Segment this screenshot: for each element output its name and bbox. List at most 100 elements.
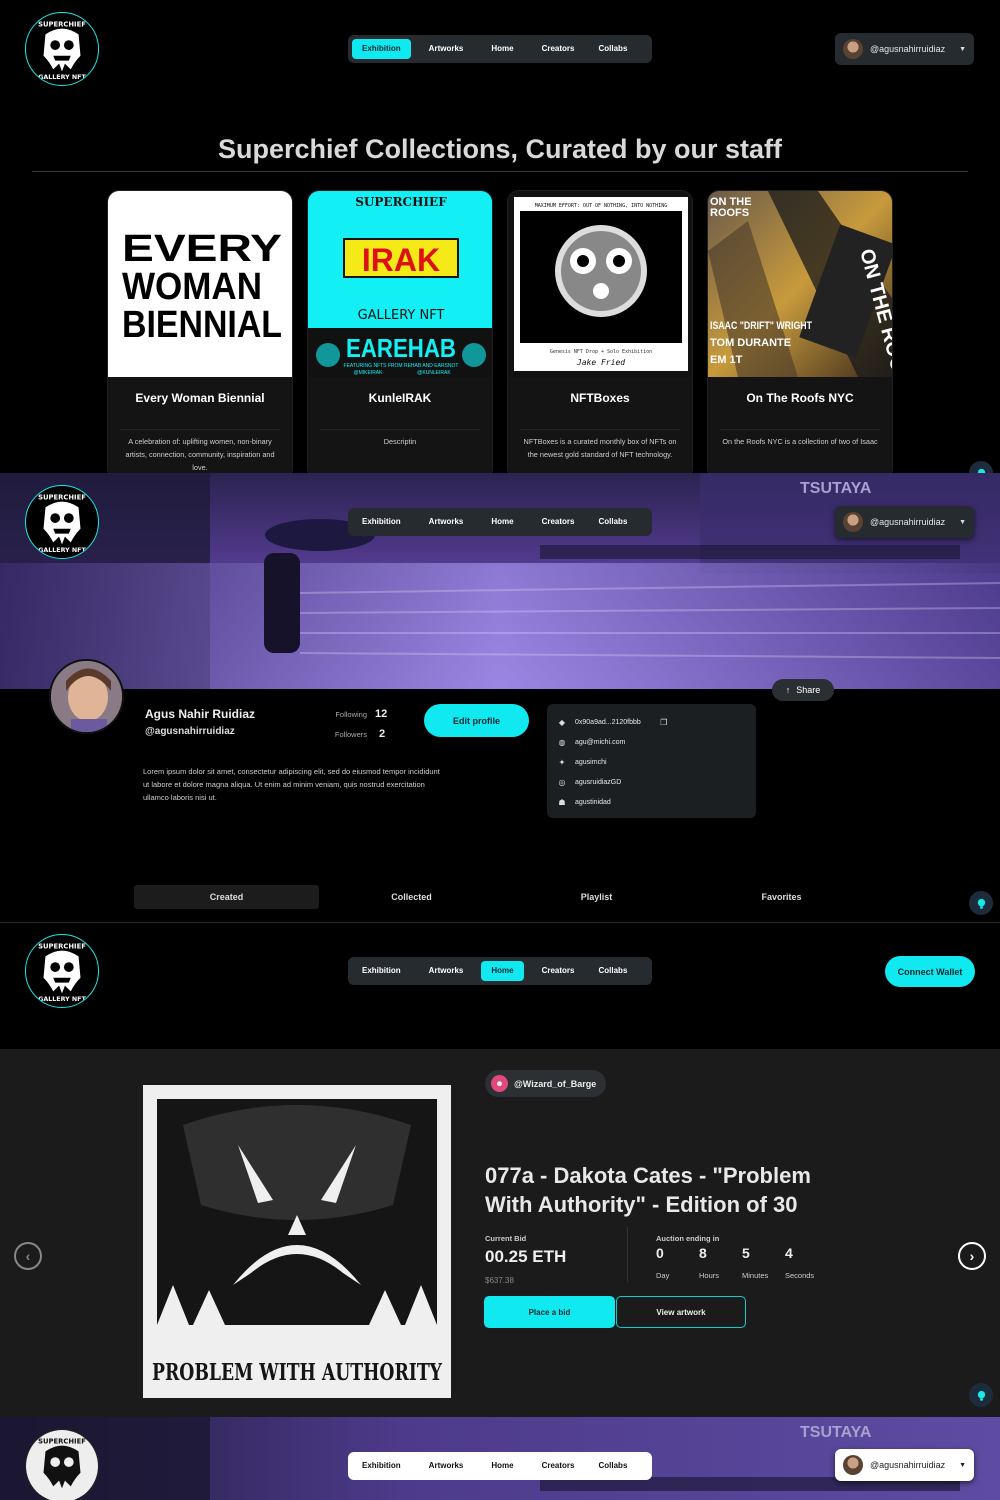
svg-text:SUPERCHIEF: SUPERCHIEF xyxy=(38,21,86,29)
collection-description: NFTBoxes is a curated monthly box of NFT… xyxy=(523,437,677,459)
user-handle: @agusnahirruidiaz xyxy=(870,517,946,527)
snapchat-icon: ☗ xyxy=(558,797,566,807)
nav-artworks[interactable]: Artworks xyxy=(419,961,474,981)
nav-exhibition[interactable]: Exhibition xyxy=(352,39,411,59)
tab-collected[interactable]: Collected xyxy=(319,885,504,909)
nav-home[interactable]: Home xyxy=(481,961,524,981)
nav-collabs[interactable]: Collabs xyxy=(589,39,638,59)
chevron-left-icon[interactable]: ‹ xyxy=(14,1242,42,1270)
divider xyxy=(720,429,880,430)
collection-thumbnail: ON THE ROOFS ISAAC "DRIFT" WRIGHT TOM DU… xyxy=(708,191,892,377)
divider xyxy=(520,429,680,430)
nav-home[interactable]: Home xyxy=(481,1456,523,1476)
svg-text:ROOFS: ROOFS xyxy=(710,207,749,219)
tab-playlist[interactable]: Playlist xyxy=(504,885,689,909)
countdown-seconds: 4 Seconds xyxy=(785,1245,814,1280)
collection-thumbnail: EVERY WOMAN BIENNIAL xyxy=(108,191,292,377)
collection-card[interactable]: MAXIMUM EFFORT: OUT OF NOTHING, INTO NOT… xyxy=(507,190,693,473)
nav-exhibition[interactable]: Exhibition xyxy=(352,1456,411,1476)
instagram-row[interactable]: ◎ agusruidiazGD xyxy=(557,772,746,792)
collections-screen: SUPERCHIEF GALLERY NFT Exhibition Artwor… xyxy=(0,0,1000,473)
creator-chip[interactable]: ☻ @Wizard_of_Barge xyxy=(485,1070,606,1097)
collection-title: On The Roofs NYC xyxy=(746,391,854,405)
nav-collabs[interactable]: Collabs xyxy=(589,961,638,981)
edit-profile-button[interactable]: Edit profile xyxy=(424,704,529,737)
chevron-right-icon[interactable]: › xyxy=(958,1242,986,1270)
collection-title: Every Woman Biennial xyxy=(135,391,265,405)
copy-icon[interactable]: ❐ xyxy=(659,718,669,727)
user-menu[interactable]: @agusnahirruidiaz ▼ xyxy=(835,33,974,65)
nav-collabs[interactable]: Collabs xyxy=(589,1456,638,1476)
countdown-unit: Hours xyxy=(699,1271,720,1280)
share-button[interactable]: ↑ Share xyxy=(772,679,834,701)
nav-artworks[interactable]: Artworks xyxy=(419,39,474,59)
collection-card[interactable]: EVERY WOMAN BIENNIAL Every Woman Biennia… xyxy=(107,190,293,473)
svg-text:FEATURING NFTS FROM REHAB AND: FEATURING NFTS FROM REHAB AND EARSNOT xyxy=(344,363,459,369)
nav-home[interactable]: Home xyxy=(481,39,523,59)
nav-collabs[interactable]: Collabs xyxy=(589,512,638,532)
caret-down-icon: ▼ xyxy=(959,1461,966,1469)
nav-artworks[interactable]: Artworks xyxy=(419,512,474,532)
superchief-logo[interactable]: SUPERCHIEF GALLERY NFT xyxy=(25,485,99,559)
collection-title: KunleIRAK xyxy=(368,391,432,405)
main-nav: Exhibition Artworks Home Creators Collab… xyxy=(348,1452,652,1480)
followers-count[interactable]: 2 xyxy=(379,728,385,740)
svg-text:BIENNIAL: BIENNIAL xyxy=(122,304,282,346)
nav-creators[interactable]: Creators xyxy=(532,512,585,532)
nav-home[interactable]: Home xyxy=(481,512,523,532)
tab-favorites[interactable]: Favorites xyxy=(689,885,874,909)
collection-thumbnail: MAXIMUM EFFORT: OUT OF NOTHING, INTO NOT… xyxy=(508,191,692,377)
lightbulb-icon[interactable] xyxy=(969,461,993,473)
website-row[interactable]: ◍ agu@michi.com xyxy=(557,732,746,752)
svg-text:EM 1T: EM 1T xyxy=(710,354,743,366)
tab-created[interactable]: Created xyxy=(134,885,319,909)
nav-creators[interactable]: Creators xyxy=(532,961,585,981)
countdown-days: 0 Day xyxy=(656,1245,669,1280)
profile-avatar xyxy=(49,659,124,734)
nav-exhibition[interactable]: Exhibition xyxy=(352,961,411,981)
nav-creators[interactable]: Creators xyxy=(532,1456,585,1476)
svg-text:GALLERY NFT: GALLERY NFT xyxy=(38,74,86,81)
user-handle: @agusnahirruidiaz xyxy=(870,44,946,54)
following-count[interactable]: 12 xyxy=(375,708,387,720)
superchief-logo[interactable]: SUPERCHIEF GALLERY NFT xyxy=(25,12,99,86)
lightbulb-icon[interactable] xyxy=(969,1383,993,1407)
superchief-logo[interactable]: SUPERCHIEF GALLERY NFT xyxy=(25,934,99,1008)
user-handle: @agusnahirruidiaz xyxy=(870,1460,946,1470)
nav-creators[interactable]: Creators xyxy=(532,39,585,59)
superchief-logo[interactable]: SUPERCHIEF xyxy=(25,1429,99,1500)
countdown-unit: Day xyxy=(656,1271,670,1280)
collections-heading: Superchief Collections, Curated by our s… xyxy=(217,134,783,164)
followers-label: Followers xyxy=(334,730,367,739)
view-artwork-button[interactable]: View artwork xyxy=(616,1296,746,1328)
connect-wallet-button[interactable]: Connect Wallet xyxy=(885,956,975,987)
collection-description: A celebration of: uplifting women, non-b… xyxy=(125,437,275,472)
artwork-title: 077a - Dakota Cates - "Problem With Auth… xyxy=(485,1163,811,1217)
snapchat-row[interactable]: ☗ agustinidad xyxy=(557,792,746,812)
main-nav: Exhibition Artworks Home Creators Collab… xyxy=(348,35,652,63)
collection-card[interactable]: SUPERCHIEF IRAK GALLERY NFT EAREHAB FEAT… xyxy=(307,190,493,473)
collection-card[interactable]: ON THE ROOFS ISAAC "DRIFT" WRIGHT TOM DU… xyxy=(707,190,893,473)
lightbulb-icon[interactable] xyxy=(969,891,993,915)
svg-text:PROBLEM WITH AUTHORITY: PROBLEM WITH AUTHORITY xyxy=(152,1359,442,1386)
auction-ending-label: Auction ending in xyxy=(656,1234,720,1243)
nav-exhibition[interactable]: Exhibition xyxy=(352,512,411,532)
place-bid-button[interactable]: Place a bid xyxy=(484,1296,615,1328)
svg-text:GALLERY NFT: GALLERY NFT xyxy=(38,996,86,1003)
creator-handle: @Wizard_of_Barge xyxy=(514,1078,597,1089)
svg-text:Genesis NFT Drop + Solo Exhibi: Genesis NFT Drop + Solo Exhibition xyxy=(550,349,652,355)
svg-text:TOM DURANTE: TOM DURANTE xyxy=(710,337,791,349)
nav-artworks[interactable]: Artworks xyxy=(419,1456,474,1476)
ethereum-icon: ◆ xyxy=(558,717,566,727)
wallet-row[interactable]: ◆ 0x90a9ad...2120fbbb ❐ xyxy=(557,712,746,732)
caret-down-icon: ▼ xyxy=(959,518,966,526)
countdown-hours: 8 Hours xyxy=(699,1245,719,1280)
share-label: Share xyxy=(796,685,821,695)
arrow-up-icon: ↑ xyxy=(785,685,791,695)
user-menu[interactable]: @agusnahirruidiaz ▼ xyxy=(835,1449,974,1481)
twitter-row[interactable]: ✦ agusimchi xyxy=(557,752,746,772)
artwork-image[interactable]: PROBLEM WITH AUTHORITY xyxy=(143,1085,451,1398)
svg-text:SUPERCHIEF: SUPERCHIEF xyxy=(38,494,86,502)
user-menu[interactable]: @agusnahirruidiaz ▼ xyxy=(835,506,974,538)
user-avatar xyxy=(843,1455,863,1475)
